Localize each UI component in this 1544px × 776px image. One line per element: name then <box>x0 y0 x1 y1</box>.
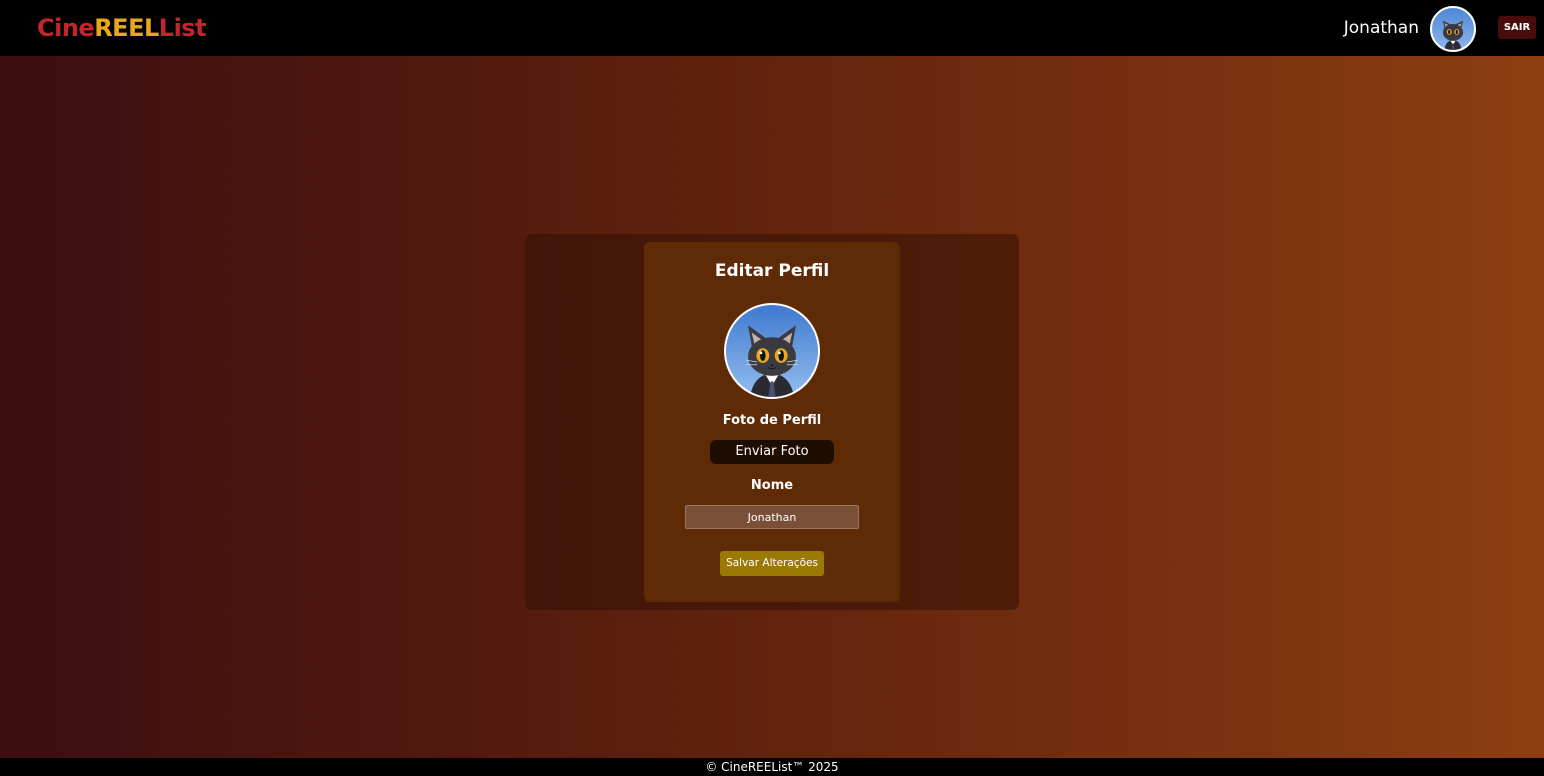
photo-label: Foto de Perfil <box>722 413 822 428</box>
logout-button[interactable]: SAIR <box>1498 16 1536 39</box>
cat-avatar-icon <box>746 325 798 397</box>
save-changes-button[interactable]: Salvar Alterações <box>720 551 824 576</box>
name-input[interactable] <box>685 505 859 529</box>
name-label: Nome <box>750 478 794 493</box>
logo-part-list-l: L <box>158 14 174 42</box>
footer: © CineREEList™ 2025 <box>0 758 1544 776</box>
profile-photo <box>724 303 820 399</box>
footer-copyright: © CineREEList™ 2025 <box>705 760 839 774</box>
app-logo[interactable]: CineREELList <box>37 13 207 43</box>
page-title: Editar Perfil <box>714 261 830 281</box>
header-user-name: Jonathan <box>1343 18 1419 38</box>
header-avatar[interactable] <box>1430 6 1476 52</box>
logo-part-ist: ist <box>173 14 207 42</box>
upload-photo-button[interactable]: Enviar Foto <box>710 440 834 464</box>
logo-part-reel: REEL <box>94 14 159 42</box>
logo-part-cine: Cine <box>37 14 95 42</box>
cat-avatar-icon <box>1442 20 1464 50</box>
top-navbar: CineREELList Jonathan SAIR <box>0 0 1544 56</box>
